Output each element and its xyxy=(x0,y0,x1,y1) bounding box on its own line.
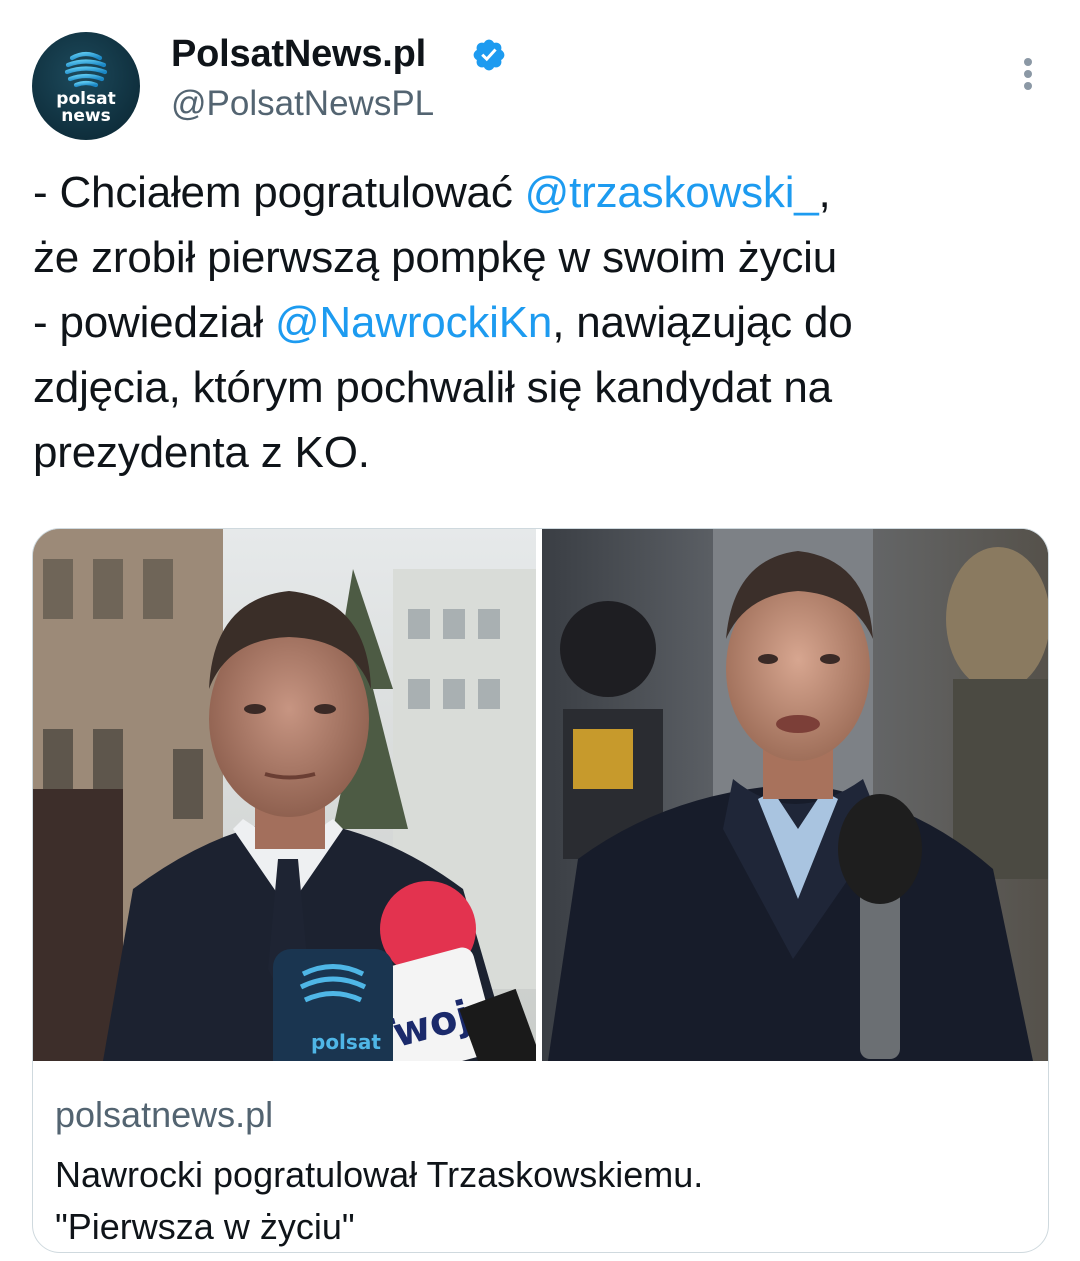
more-dot xyxy=(1024,70,1032,78)
left-photo: Twoje polsat xyxy=(33,529,543,1061)
author-avatar[interactable]: polsat news xyxy=(32,32,140,140)
tweet-header: polsat news PolsatNews.pl @PolsatNewsPL xyxy=(0,0,1080,150)
link-card-domain: polsatnews.pl xyxy=(55,1094,274,1135)
tweet-text-line: - Chciałem pogratulować @trzaskowski_, xyxy=(33,160,1043,225)
link-card-title-line: Nawrocki pogratulował Trzaskowskiemu. xyxy=(55,1154,704,1195)
tweet-text-line: prezydenta z KO. xyxy=(33,420,1043,485)
more-vertical-icon[interactable] xyxy=(1010,52,1046,92)
link-card-image[interactable]: Twoje polsat xyxy=(33,529,1048,1061)
tweet-text-line: zdjęcia, którym pochwalił się kandydat n… xyxy=(33,355,1043,420)
tweet-text-line: - powiedział @NawrockiKn, nawiązując do xyxy=(33,290,1043,355)
tweet-text-segment: zdjęcia, którym pochwalił się kandydat n… xyxy=(33,363,832,412)
more-dot xyxy=(1024,58,1032,66)
mention-link[interactable]: @NawrockiKn xyxy=(275,298,552,347)
avatar-label-news: news xyxy=(61,106,111,126)
more-dot xyxy=(1024,82,1032,90)
link-card-title[interactable]: Nawrocki pogratulował Trzaskowskiemu. "P… xyxy=(55,1149,1015,1252)
verified-badge-icon xyxy=(473,39,505,71)
mic-polsat-news: polsat xyxy=(273,949,393,1061)
link-card[interactable]: Twoje polsat polsatnews.pl Nawrocki pogr… xyxy=(32,528,1049,1253)
tweet-text-line: że zrobił pierwszą pompkę w swoim życiu xyxy=(33,225,1043,290)
tweet-text-segment: prezydenta z KO. xyxy=(33,428,370,477)
author-name[interactable]: PolsatNews.pl xyxy=(171,31,426,77)
mention-link[interactable]: @trzaskowski_ xyxy=(525,168,819,217)
author-handle[interactable]: @PolsatNewsPL xyxy=(171,82,434,126)
tweet-text-segment: , nawiązując do xyxy=(552,298,853,347)
tweet-text: - Chciałem pogratulować @trzaskowski_, że… xyxy=(33,160,1043,485)
mic-left-label: polsat xyxy=(311,1030,381,1054)
news-photo: Twoje polsat xyxy=(33,529,1048,1061)
tweet-text-segment: , xyxy=(818,168,831,217)
tweet-text-segment: że zrobił pierwszą pompkę w swoim życiu xyxy=(33,233,838,282)
right-photo xyxy=(542,529,1048,1061)
link-card-title-line: "Pierwsza w życiu" xyxy=(55,1206,355,1247)
tweet-text-segment: - powiedział xyxy=(33,298,275,347)
tweet-text-segment: - Chciałem pogratulować xyxy=(33,168,525,217)
